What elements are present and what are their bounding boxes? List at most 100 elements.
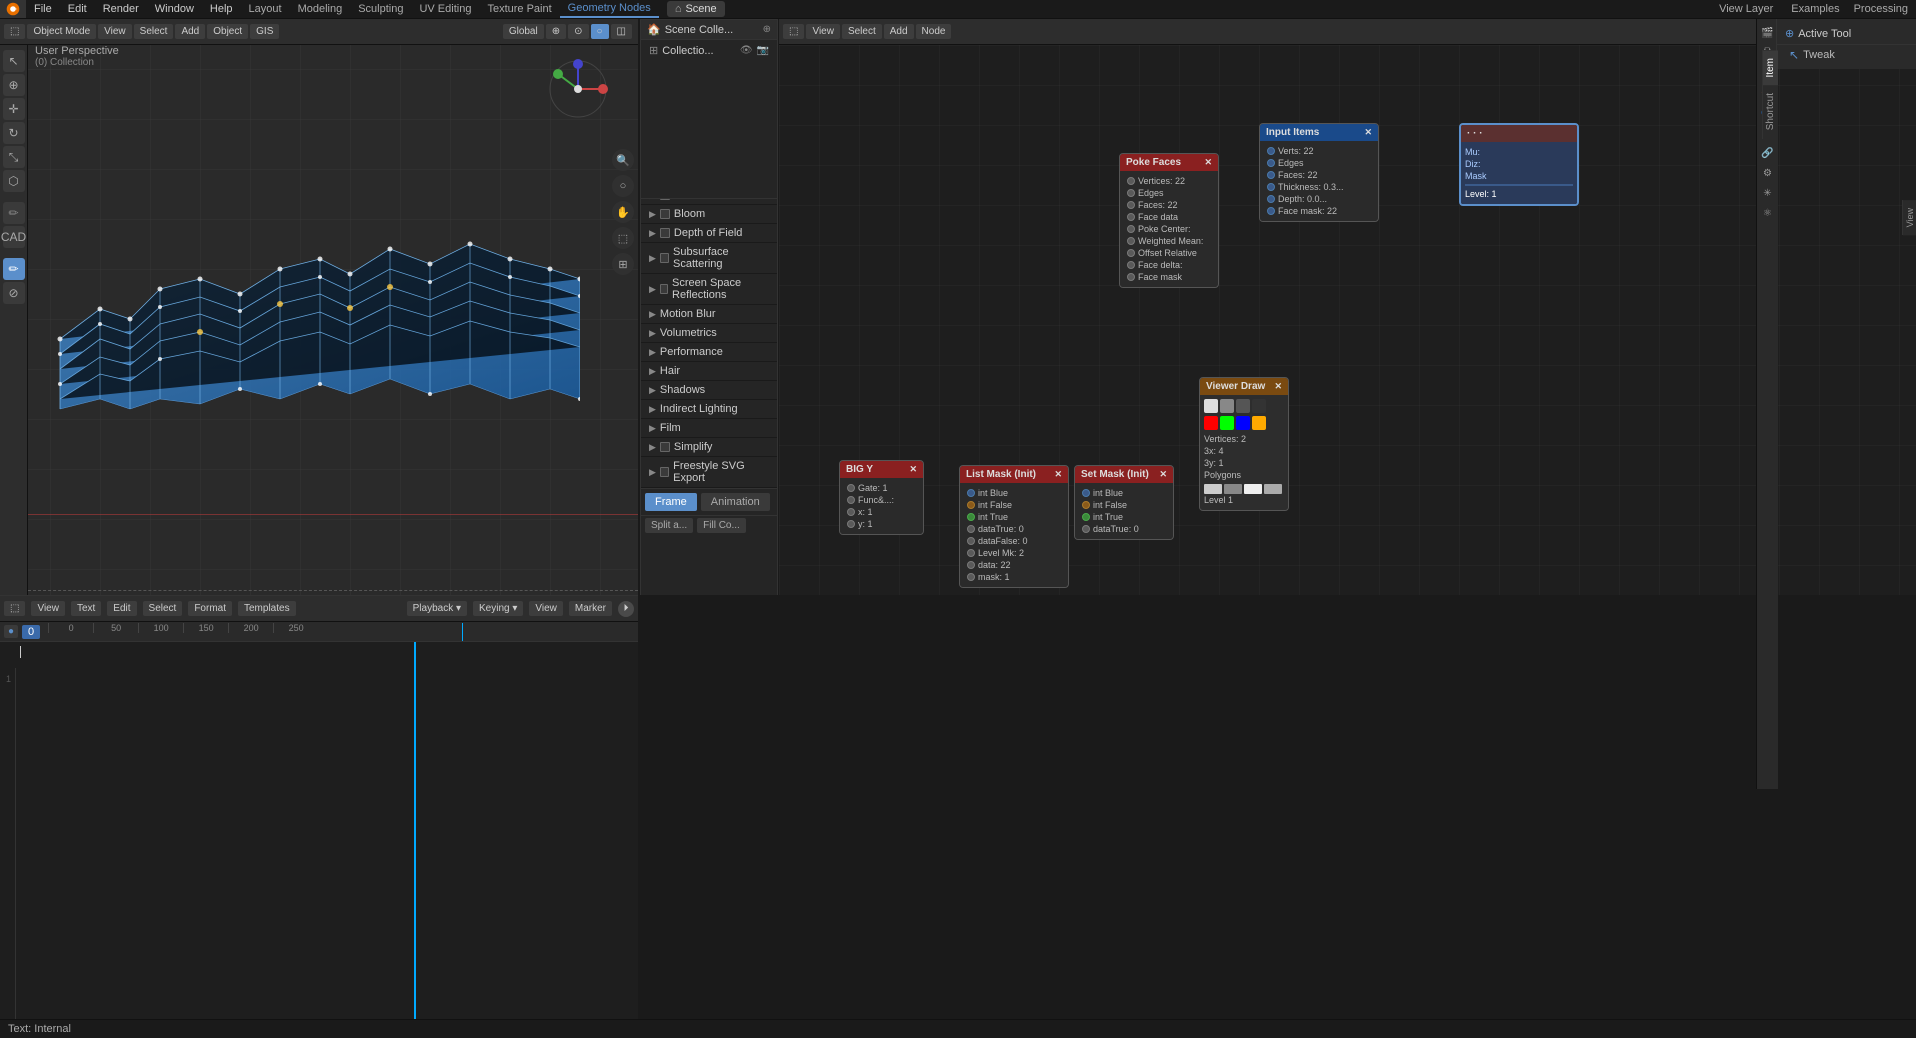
- by-close[interactable]: ✕: [909, 464, 917, 475]
- tl-text-btn[interactable]: Text: [71, 601, 101, 616]
- menu-file[interactable]: File: [26, 0, 60, 18]
- vp-icon3[interactable]: ○: [591, 24, 609, 39]
- marker-btn[interactable]: Marker: [569, 601, 612, 616]
- node-big-y[interactable]: BIG Y ✕ Gate: 1 Func&...: x: 1 y: 1: [839, 460, 924, 535]
- tab-uv-editing[interactable]: UV Editing: [411, 0, 479, 18]
- sm-close[interactable]: ✕: [1159, 469, 1167, 480]
- sidebar-tab-shortcut[interactable]: Shortcut: [1763, 85, 1778, 138]
- zoom-in-btn[interactable]: 🔍: [612, 149, 634, 171]
- bloom-checkbox[interactable]: [660, 209, 670, 219]
- node-add-btn[interactable]: Add: [884, 24, 914, 39]
- tl-view-btn[interactable]: View: [31, 601, 65, 616]
- play-btn[interactable]: ⏵: [618, 601, 634, 617]
- poke-faces-close[interactable]: ✕: [1204, 157, 1212, 168]
- node-select-btn[interactable]: Select: [842, 24, 882, 39]
- node-active-selection[interactable]: · · · Mu: Diz: Mask Level: 1: [1459, 123, 1579, 206]
- freestyle-checkbox[interactable]: [660, 467, 669, 477]
- editor-type-btn[interactable]: ⬚: [4, 24, 25, 39]
- bloom-section[interactable]: ▶ Bloom: [641, 205, 777, 224]
- motionblur-section[interactable]: ▶ Motion Blur: [641, 305, 777, 324]
- physics-prop-icon[interactable]: ⚛: [1759, 204, 1777, 222]
- hair-section[interactable]: ▶ Hair: [641, 362, 777, 381]
- shadows-section[interactable]: ▶ Shadows: [641, 381, 777, 400]
- simplify-checkbox[interactable]: [660, 442, 670, 452]
- node-set-mask[interactable]: Set Mask (Init) ✕ int Blue int False int…: [1074, 465, 1174, 540]
- ssr-checkbox[interactable]: [660, 284, 668, 294]
- modifier-prop-icon[interactable]: ⚙: [1759, 164, 1777, 182]
- tl-format-btn[interactable]: Format: [188, 601, 232, 616]
- global-btn[interactable]: Global: [503, 24, 544, 39]
- current-frame-display[interactable]: 0: [22, 625, 40, 639]
- tl-select-btn[interactable]: Select: [143, 601, 183, 616]
- tl-templates-btn[interactable]: Templates: [238, 601, 296, 616]
- select-tool-btn[interactable]: ↖: [3, 50, 25, 72]
- collection-item[interactable]: ⊞ Collectio... 👁 📷: [641, 40, 777, 61]
- menu-edit[interactable]: Edit: [60, 0, 95, 18]
- draw-btn[interactable]: ✏: [3, 258, 25, 280]
- render-prop-icon[interactable]: 🎬: [1759, 24, 1777, 42]
- vp-gis-btn[interactable]: GIS: [250, 24, 279, 39]
- tl-type-btn[interactable]: ⬚: [4, 601, 25, 616]
- node-list-mask[interactable]: List Mask (Init) ✕ int Blue int False in…: [959, 465, 1069, 588]
- view-sidebar-label[interactable]: View: [1903, 200, 1916, 235]
- node-editor-type-btn[interactable]: ⬚: [783, 24, 804, 39]
- volumetrics-section[interactable]: ▶ Volumetrics: [641, 324, 777, 343]
- lm-close[interactable]: ✕: [1054, 469, 1062, 480]
- tab-modeling[interactable]: Modeling: [290, 0, 351, 18]
- tab-layout[interactable]: Layout: [241, 0, 290, 18]
- constraint-prop-icon[interactable]: 🔗: [1759, 144, 1777, 162]
- blender-logo[interactable]: [0, 0, 26, 18]
- vd-close[interactable]: ✕: [1274, 381, 1282, 392]
- menu-help[interactable]: Help: [202, 0, 241, 18]
- menu-render[interactable]: Render: [95, 0, 147, 18]
- node-poke-faces[interactable]: Poke Faces ✕ Vertices: 22 Edges Faces: 2…: [1119, 153, 1219, 288]
- node-node-btn[interactable]: Node: [916, 24, 952, 39]
- dof-checkbox[interactable]: [660, 228, 670, 238]
- keying-btn[interactable]: Keying ▾: [473, 601, 523, 616]
- cursor-tool-btn[interactable]: ⊕: [3, 74, 25, 96]
- playback-btn[interactable]: Playback ▾: [407, 601, 467, 616]
- vp-icon1[interactable]: ⊕: [546, 24, 566, 39]
- split-btn[interactable]: Split a...: [645, 518, 693, 533]
- freestyle-section[interactable]: ▶ Freestyle SVG Export: [641, 457, 777, 488]
- zoom-extents-btn[interactable]: ⬚: [612, 227, 634, 249]
- file-name[interactable]: Scene: [685, 3, 716, 15]
- move-tool-btn[interactable]: ✛: [3, 98, 25, 120]
- viewport-3d[interactable]: ⬚ Object Mode View Select Add Object GIS…: [0, 19, 638, 595]
- vp-icon4[interactable]: ◫: [611, 24, 632, 39]
- sidebar-tab-item[interactable]: Item: [1763, 50, 1778, 85]
- scene-options-btn[interactable]: ⊕: [763, 24, 771, 35]
- particles-prop-icon[interactable]: ✳: [1759, 184, 1777, 202]
- annotate-btn[interactable]: ✏: [3, 202, 25, 224]
- rotate-tool-btn[interactable]: ↻: [3, 122, 25, 144]
- vp-add-btn[interactable]: Add: [175, 24, 205, 39]
- simplify-section[interactable]: ▶ Simplify: [641, 438, 777, 457]
- cad-btn[interactable]: CAD: [3, 226, 25, 248]
- zoom-out-btn[interactable]: ○: [612, 175, 634, 197]
- tab-geometry-nodes[interactable]: Geometry Nodes: [560, 0, 659, 18]
- examples-label[interactable]: Examples: [1785, 3, 1845, 15]
- node-view-btn[interactable]: View: [806, 24, 840, 39]
- nav-gizmo[interactable]: [548, 59, 608, 119]
- tab-sculpting[interactable]: Sculpting: [350, 0, 411, 18]
- menu-window[interactable]: Window: [147, 0, 202, 18]
- input-items-close[interactable]: ✕: [1364, 127, 1372, 138]
- node-editor[interactable]: ⬚ View Select Add Node 🔍 📌 Poke Face: [779, 19, 1916, 595]
- animation-btn[interactable]: Animation: [701, 493, 770, 511]
- vp-view-btn[interactable]: View: [98, 24, 132, 39]
- tweak-tool[interactable]: ↖ Tweak: [1777, 45, 1916, 65]
- object-mode-btn[interactable]: Object Mode: [27, 24, 96, 39]
- visibility-icon[interactable]: 👁: [740, 45, 753, 56]
- tab-texture-paint[interactable]: Texture Paint: [479, 0, 559, 18]
- ssr-section[interactable]: ▶ Screen Space Reflections: [641, 274, 777, 305]
- film-section[interactable]: ▶ Film: [641, 419, 777, 438]
- vp-icon2[interactable]: ⊙: [568, 24, 588, 39]
- sss-section[interactable]: ▶ Subsurface Scattering: [641, 243, 777, 274]
- node-viewer-draw[interactable]: Viewer Draw ✕ Vertices: 2 3x:: [1199, 377, 1289, 511]
- grid-btn[interactable]: ⊞: [612, 253, 634, 275]
- indirect-lighting-section[interactable]: ▶ Indirect Lighting: [641, 400, 777, 419]
- sss-checkbox[interactable]: [660, 253, 669, 263]
- vp-select-btn[interactable]: Select: [134, 24, 174, 39]
- performance-section[interactable]: ▶ Performance: [641, 343, 777, 362]
- vp-object-btn[interactable]: Object: [207, 24, 248, 39]
